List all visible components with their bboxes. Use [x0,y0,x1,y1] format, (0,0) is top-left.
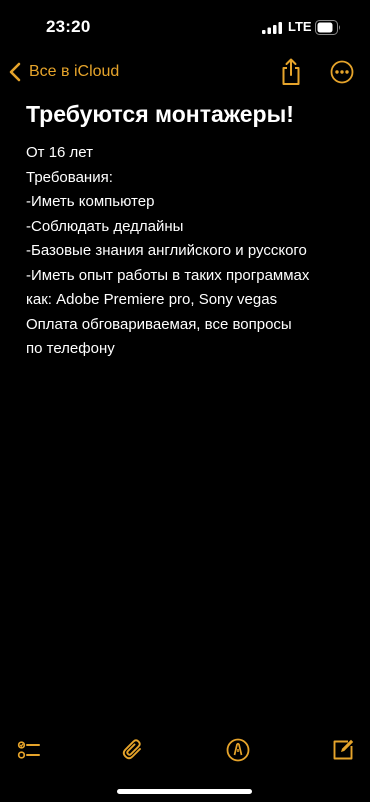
back-button[interactable]: Все в iCloud [8,58,119,86]
note-line: -Соблюдать дедлайны [26,217,184,235]
note-line: -Базовые знания английского и русского [26,242,307,259]
more-options-icon[interactable] [330,60,354,84]
note-line: От 16 лет [26,144,94,161]
note-line: как: Adobe Premiere pro, Sony vegas [26,291,278,308]
note-title[interactable]: Требуются монтажеры! [26,101,294,128]
note-line: -Иметь компьютер [26,193,155,210]
markup-pen-icon[interactable] [226,738,250,762]
note-line: Оплата обговариваемая, все вопросы [26,315,292,333]
note-body[interactable]: От 16 лет Требования: -Иметь компьютер -… [26,141,356,362]
checklist-icon[interactable] [17,738,41,762]
status-bar: 23:20 LTE [0,0,370,56]
network-type: LTE [288,19,312,34]
cellular-signal-icon [262,22,282,34]
note-line: по телефону [26,340,115,357]
back-label: Все в iCloud [29,63,120,80]
note-line: Требования: [26,168,113,186]
compose-icon[interactable] [331,738,355,762]
paperclip-icon[interactable] [121,738,145,762]
chevron-left-icon [9,62,21,82]
status-time: 23:20 [46,17,91,36]
share-icon[interactable] [279,58,303,86]
home-indicator[interactable] [117,789,252,794]
battery-icon [315,20,340,35]
note-line: -Иметь опыт работы в таких программах [26,266,310,284]
